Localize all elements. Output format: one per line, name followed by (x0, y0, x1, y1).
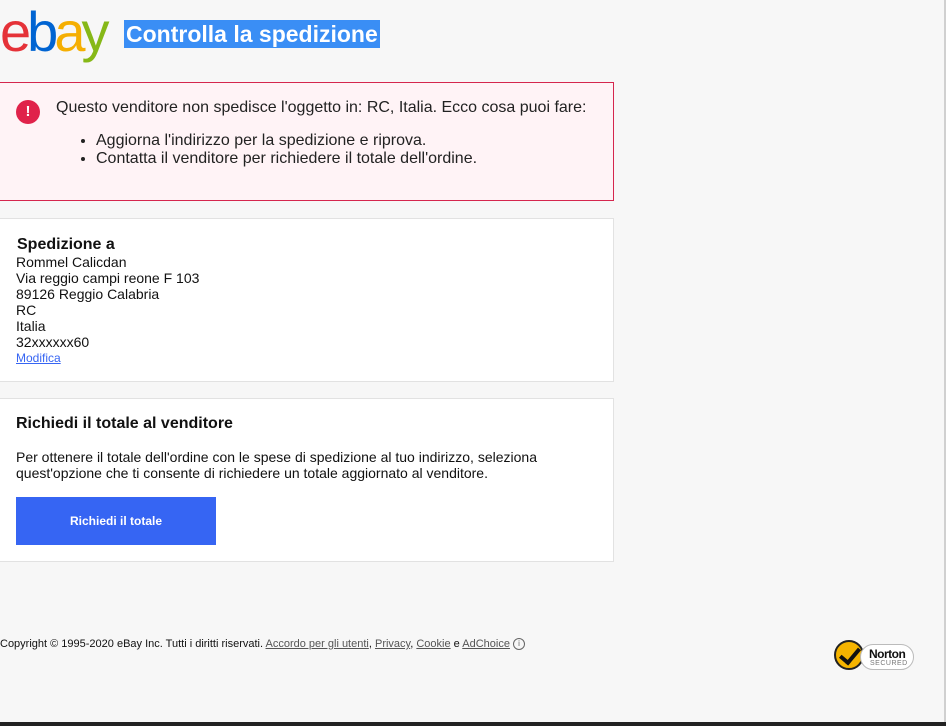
address-phone: 32xxxxxx60 (16, 334, 90, 350)
footer-separator: , (410, 638, 414, 650)
alert-message: Questo venditore non spedisce l'oggetto … (56, 99, 587, 116)
shipping-title: Spedizione a (17, 236, 115, 253)
address-city: 89126 Reggio Calabria (16, 286, 160, 302)
shipping-address-card: Spedizione a Rommel Calicdan Via reggio … (0, 218, 614, 382)
adchoice-link[interactable]: AdChoice (462, 638, 510, 650)
shipping-alert: ! Questo venditore non spedisce l'oggett… (0, 82, 614, 201)
norton-sub: SECURED (870, 660, 908, 667)
page-title: Controlla la spedizione (124, 20, 380, 48)
copyright-text: Copyright © 1995-2020 eBay Inc. Tutti i … (0, 638, 264, 650)
alert-option-update-address: Aggiorna l'indirizzo per la spedizione e… (96, 132, 477, 150)
footer: Copyright © 1995-2020 eBay Inc. Tutti i … (0, 638, 525, 651)
norton-name: Norton (869, 647, 906, 661)
request-total-description: Per ottenere il totale dell'ordine con l… (16, 449, 537, 481)
shipping-address: Rommel Calicdan Via reggio campi reone F… (16, 254, 199, 350)
footer-separator: , (368, 638, 372, 650)
address-country: Italia (16, 318, 46, 334)
ebay-logo[interactable]: ebay (0, 4, 109, 60)
footer-conjunction: e (453, 638, 460, 650)
request-total-card: Richiedi il totale al venditore Per otte… (0, 398, 614, 562)
logo-letter-y: y (81, 0, 109, 63)
address-province: RC (16, 302, 37, 318)
logo-letter-e: e (0, 0, 31, 63)
info-icon[interactable]: i (512, 638, 525, 651)
window-bottom-border (0, 722, 946, 726)
logo-letter-b: b (27, 0, 58, 63)
address-street: Via reggio campi reone F 103 (16, 270, 200, 286)
edit-address-link[interactable]: Modifica (16, 351, 61, 365)
cookie-link[interactable]: Cookie (416, 638, 450, 650)
request-total-title: Richiedi il totale al venditore (16, 415, 233, 432)
user-agreement-link[interactable]: Accordo per gli utenti (266, 638, 369, 650)
logo-letter-a: a (54, 0, 85, 63)
request-total-button[interactable]: Richiedi il totale (16, 497, 216, 545)
header: ebay Controlla la spedizione (0, 4, 946, 60)
address-name: Rommel Calicdan (16, 254, 127, 270)
norton-secured-badge[interactable]: Norton SECURED (834, 640, 916, 674)
alert-options-list: Aggiorna l'indirizzo per la spedizione e… (56, 132, 477, 168)
privacy-link[interactable]: Privacy (375, 638, 410, 650)
alert-option-contact-seller: Contatta il venditore per richiedere il … (96, 150, 477, 168)
norton-label: Norton SECURED (860, 644, 914, 670)
alert-icon: ! (16, 100, 40, 124)
